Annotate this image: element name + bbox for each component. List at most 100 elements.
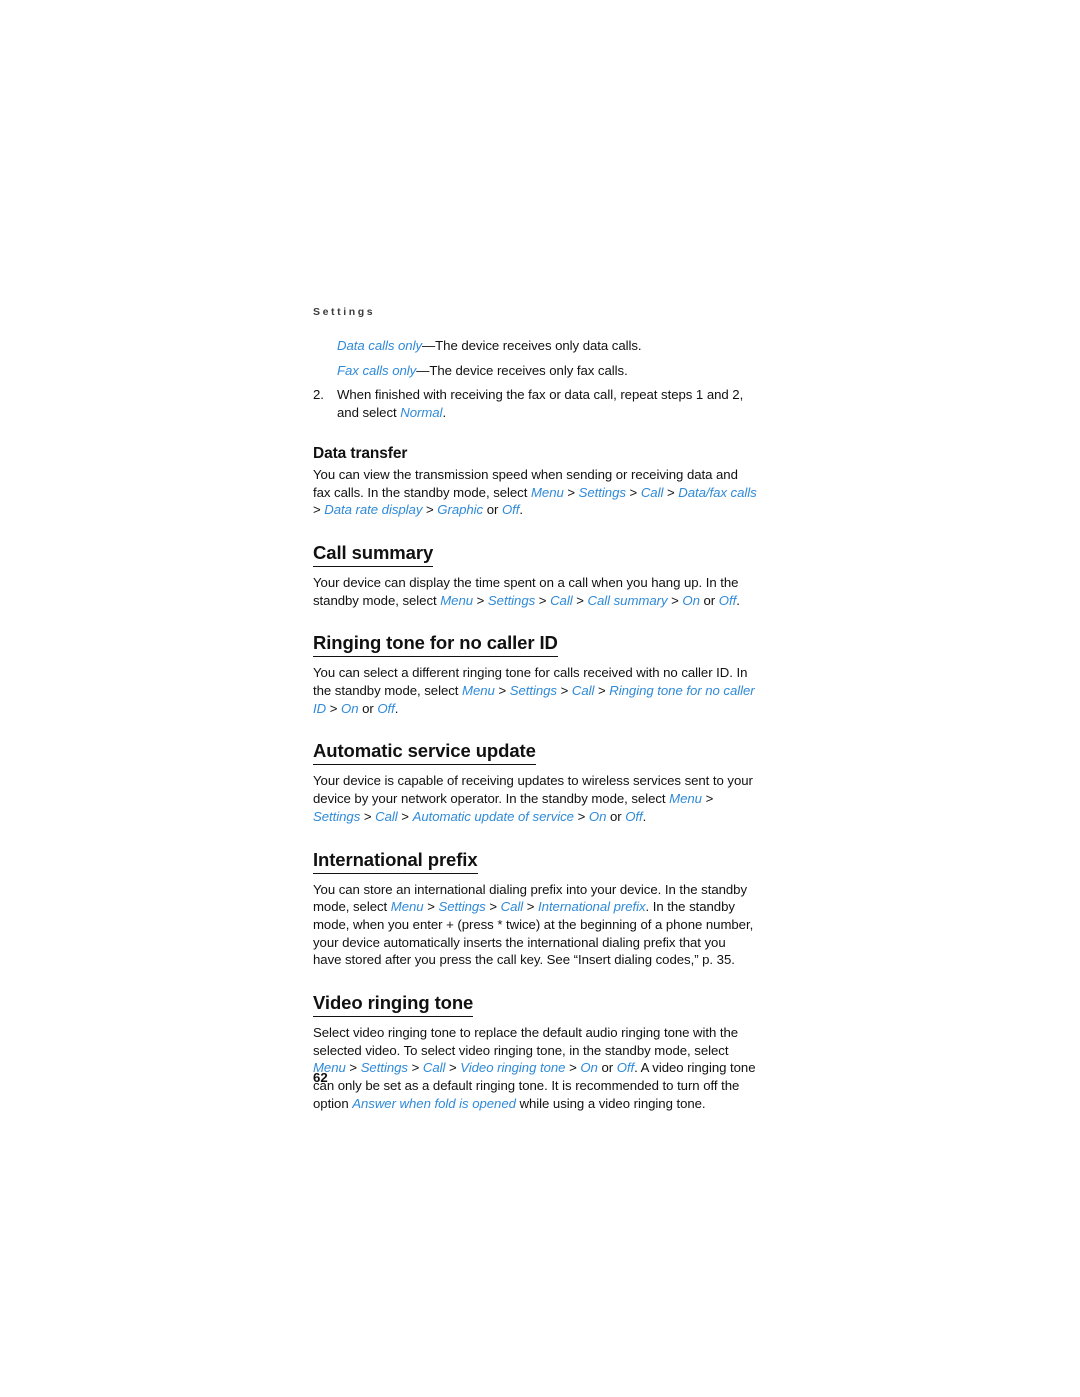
menu-path-item: Settings: [438, 899, 486, 915]
path-separator: >: [573, 808, 589, 824]
menu-path-item: Settings: [509, 683, 557, 699]
menu-path-item: Data rate display: [324, 502, 423, 518]
paragraph-text: or: [358, 700, 378, 716]
menu-path-item: Menu: [440, 592, 474, 608]
section-paragraph-international-prefix: You can store an international dialing p…: [313, 881, 757, 970]
menu-value: Normal: [400, 405, 443, 421]
path-separator: >: [625, 484, 641, 500]
heading-wrap: Automatic service update: [313, 717, 757, 772]
section-paragraph-automatic-service-update: Your device is capable of receiving upda…: [313, 772, 757, 825]
path-separator: >: [494, 683, 510, 699]
menu-path-item: Call: [375, 808, 398, 824]
path-separator: >: [701, 791, 714, 807]
list-item-text-end: .: [442, 405, 447, 421]
heading-wrap: Ringing tone for no caller ID: [313, 609, 757, 664]
menu-option: Answer when fold is opened: [352, 1095, 516, 1111]
list-item-number: 2.: [313, 387, 324, 403]
menu-path-item: On: [682, 592, 700, 608]
menu-path-item: On: [580, 1060, 598, 1076]
section-heading-data-transfer: Data transfer: [313, 444, 408, 462]
path-separator: >: [313, 502, 325, 518]
section-heading-ringing-tone-no-caller-id: Ringing tone for no caller ID: [313, 632, 558, 658]
paragraph-text: Select video ringing tone to replace the…: [313, 1025, 739, 1058]
menu-path-item: Off: [718, 592, 737, 608]
path-separator: >: [523, 899, 539, 915]
path-separator: >: [423, 899, 439, 915]
menu-path-item: Settings: [360, 1060, 408, 1076]
menu-path-item: Call: [550, 592, 573, 608]
section-paragraph-ringing-tone-no-caller-id: You can select a different ringing tone …: [313, 664, 757, 717]
menu-path-item: Off: [377, 700, 395, 716]
paragraph-text: or: [699, 592, 719, 608]
numbered-list-item: 2. When finished with receiving the fax o…: [313, 386, 757, 421]
menu-path-item: Settings: [578, 484, 626, 500]
menu-path-item: Menu: [390, 899, 424, 915]
path-separator: >: [407, 1060, 423, 1076]
paragraph-text: or: [483, 502, 502, 518]
list-item-text: When finished with receiving the fax or …: [337, 387, 744, 421]
path-separator: >: [360, 808, 376, 824]
path-separator: >: [485, 899, 501, 915]
menu-path-item: Off: [501, 502, 520, 518]
section-heading-call-summary: Call summary: [313, 542, 433, 567]
section-heading-video-ringing-tone: Video ringing tone: [313, 992, 473, 1018]
definition-data-calls-only: Data calls only—The device receives only…: [337, 337, 757, 355]
definition-dash: —: [416, 362, 430, 378]
menu-path-item: Menu: [530, 484, 564, 500]
manual-page: Settings Data calls only—The device rece…: [0, 0, 1080, 1397]
path-separator: >: [556, 683, 572, 699]
path-separator: >: [572, 592, 588, 608]
menu-path-item: Call: [640, 484, 664, 500]
path-separator: >: [326, 700, 341, 716]
heading-wrap: Call summary: [313, 519, 757, 574]
path-separator: >: [397, 808, 413, 824]
menu-path-item: Call: [571, 683, 595, 699]
menu-path-item: Graphic: [437, 502, 484, 518]
menu-path-item: Data/fax calls: [678, 484, 757, 500]
paragraph-text: .: [394, 700, 399, 716]
menu-path-item: Menu: [462, 683, 495, 699]
paragraph-text: or: [606, 808, 626, 824]
path-separator: >: [422, 502, 438, 518]
definition-fax-calls-only: Fax calls only—The device receives only …: [337, 362, 757, 380]
paragraph-text: .: [736, 592, 740, 608]
menu-path-item: Video ringing tone: [460, 1060, 566, 1076]
path-separator: >: [563, 484, 579, 500]
paragraph-text: .: [642, 808, 647, 824]
path-separator: >: [594, 683, 610, 699]
menu-path-item: Settings: [313, 808, 361, 824]
path-separator: >: [473, 592, 488, 608]
section-heading-automatic-service-update: Automatic service update: [313, 740, 536, 766]
path-separator: >: [345, 1060, 361, 1076]
path-separator: >: [445, 1060, 461, 1076]
definition-term: Fax calls only: [337, 362, 417, 378]
menu-path-item: Automatic update of service: [412, 808, 574, 824]
menu-path-item: Call: [422, 1060, 446, 1076]
section-paragraph-video-ringing-tone: Select video ringing tone to replace the…: [313, 1024, 757, 1113]
menu-path-item: On: [588, 808, 607, 824]
menu-path-item: International prefix: [538, 899, 646, 915]
page-content: Settings Data calls only—The device rece…: [313, 306, 757, 1113]
path-separator: >: [667, 592, 683, 608]
menu-path-item: On: [340, 700, 359, 716]
definition-dash: —: [422, 338, 436, 353]
definition-description: The device receives only fax calls.: [429, 362, 628, 378]
path-separator: >: [535, 592, 551, 608]
page-number: 62: [313, 1070, 328, 1085]
heading-wrap: Video ringing tone: [313, 969, 757, 1024]
menu-path-item: Off: [625, 808, 643, 824]
section-paragraph-call-summary: Your device can display the time spent o…: [313, 574, 757, 609]
menu-path-item: Off: [616, 1060, 635, 1076]
section-paragraph-data-transfer: You can view the transmission speed when…: [313, 466, 757, 519]
section-heading-international-prefix: International prefix: [313, 849, 478, 874]
heading-wrap: International prefix: [313, 826, 757, 881]
path-separator: >: [663, 484, 679, 500]
menu-path-item: Menu: [669, 791, 702, 807]
definition-term: Data calls only: [337, 338, 423, 353]
paragraph-text: .: [519, 502, 524, 518]
menu-path-item: Call summary: [587, 592, 668, 608]
paragraph-text: or: [597, 1060, 617, 1076]
running-header: Settings: [313, 306, 376, 318]
menu-path-item: Settings: [487, 592, 536, 608]
definition-description: The device receives only data calls.: [435, 338, 642, 353]
